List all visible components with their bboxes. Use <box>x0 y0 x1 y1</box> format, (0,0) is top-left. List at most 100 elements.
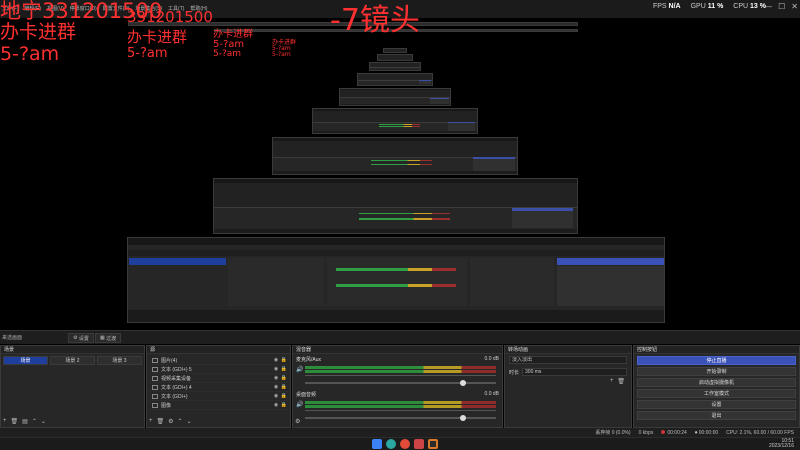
dropped-frames: 丢弃帧 0 (0.0%) <box>595 430 631 436</box>
speaker-icon[interactable]: 🔊 <box>296 401 303 408</box>
move-up-icon[interactable]: ⌃ <box>32 418 37 425</box>
duration-label: 时长 <box>509 369 520 376</box>
source-row[interactable]: 文本 (GDI+) ◉ 🔒 <box>149 392 288 401</box>
live-timer: 00:00:24 <box>661 429 687 436</box>
scenes-dock: 场景 场景 场景 2 场景 3 + 🗑 ▤ ⌃ ⌄ <box>0 345 145 428</box>
add-source-icon[interactable]: + <box>149 418 153 425</box>
overlay-text-large-2: 办卡进群 <box>0 21 77 43</box>
track-name: 桌面音频 <box>296 392 317 398</box>
source-row[interactable]: 文本 (GDI+) 4 ◉ 🔒 <box>149 383 288 392</box>
clock-date: 2023/12/16 <box>768 443 794 449</box>
mixer-track-mic: 麦克风/Aux 0.0 dB 🔊 <box>293 354 502 389</box>
preview-level-5 <box>312 108 478 134</box>
scenes-toolbar: + 🗑 ▤ ⌃ ⌄ <box>3 418 46 425</box>
transition-select[interactable]: 淡入淡出 <box>509 356 627 364</box>
level-meter <box>305 405 496 408</box>
mixer-header: 混音器 <box>293 346 502 354</box>
text-icon <box>152 384 158 390</box>
scene-item-1[interactable]: 场景 <box>3 356 48 365</box>
audio-mixer-dock: 混音器 麦克风/Aux 0.0 dB 🔊 桌面音频 0.0 dB 🔊 ⚙ <box>292 345 503 428</box>
performance-stats: FPS N/A GPU 11 % CPU 13 % <box>653 3 766 10</box>
track-db: 0.0 dB <box>484 391 499 397</box>
studio-mode-button[interactable]: 工作室模式 <box>637 389 796 398</box>
volume-slider-handle[interactable] <box>460 380 466 386</box>
settings-small-button[interactable]: ⚙ 设置 <box>68 333 94 343</box>
obs-icon[interactable] <box>428 439 438 449</box>
preview-level-7 <box>357 73 433 86</box>
app-icon[interactable] <box>414 439 424 449</box>
wrench-icon[interactable]: ⚙ <box>295 418 300 425</box>
add-transition-icon[interactable]: + <box>610 378 614 385</box>
sources-toolbar: + 🗑 ⚙ ⌃ ⌄ <box>149 418 192 425</box>
preview-level-9 <box>377 54 413 61</box>
rec-timer: ⏺ 00:00:00 <box>694 429 719 436</box>
preview-toolbar: 来选画面 ⚙ 设置 ▦ 过渡 <box>0 330 800 344</box>
move-up-icon[interactable]: ⌃ <box>178 418 183 425</box>
eye-icon[interactable]: ◉ <box>272 357 280 363</box>
lock-icon[interactable]: 🔒 <box>280 357 288 363</box>
add-scene-icon[interactable]: + <box>3 418 7 425</box>
db-scale <box>305 375 496 379</box>
eye-icon[interactable]: ◉ <box>272 366 280 372</box>
system-tray: 10:51 2023/12/16 <box>769 439 794 449</box>
source-row[interactable]: 视频采集设备 ◉ 🔒 <box>149 374 288 383</box>
volume-slider[interactable] <box>305 417 496 419</box>
eye-icon[interactable]: ◉ <box>272 375 280 381</box>
eye-icon[interactable]: ◉ <box>272 402 280 408</box>
scene-filter-icon[interactable]: ▤ <box>22 418 28 425</box>
edge-icon[interactable] <box>386 439 396 449</box>
transitions-header: 转场动画 <box>505 346 631 354</box>
volume-slider[interactable] <box>305 382 496 384</box>
sources-dock: 源 图片(4) ◉ 🔒 文本 (GDI+) 5 ◉ 🔒 视频采集设备 ◉ 🔒 文本 (GDI… <box>146 345 291 428</box>
volume-slider-handle[interactable] <box>460 415 466 421</box>
move-down-icon[interactable]: ⌄ <box>41 418 46 425</box>
transition-small-button[interactable]: ▦ 过渡 <box>95 333 122 343</box>
maximize-icon[interactable]: ☐ <box>778 2 785 11</box>
source-row[interactable]: 文本 (GDI+) 5 ◉ 🔒 <box>149 365 288 374</box>
bitrate: 0 kbps <box>638 429 654 436</box>
minimize-icon[interactable]: — <box>764 2 772 11</box>
exit-button[interactable]: 退出 <box>637 411 796 420</box>
track-name: 麦克风/Aux <box>296 357 322 363</box>
source-row[interactable]: 图像 ◉ 🔒 <box>149 401 288 410</box>
preview-level-4 <box>272 137 518 175</box>
level-meter <box>305 366 496 369</box>
lock-icon[interactable]: 🔒 <box>280 366 288 372</box>
remove-source-icon[interactable]: 🗑 <box>157 418 165 425</box>
windows-icon[interactable] <box>372 439 382 449</box>
lock-icon[interactable]: 🔒 <box>280 375 288 381</box>
controls-header: 控制按钮 <box>634 346 799 354</box>
close-icon[interactable]: ✕ <box>791 2 798 11</box>
lock-icon[interactable]: 🔒 <box>280 393 288 399</box>
camera-icon <box>152 375 158 381</box>
level-meter <box>305 401 496 404</box>
preview-level-6 <box>339 88 451 106</box>
remove-transition-icon[interactable]: 🗑 <box>617 378 625 385</box>
scene-item-3[interactable]: 场景 3 <box>97 356 142 365</box>
start-recording-button[interactable]: 开始录制 <box>637 367 796 376</box>
speaker-icon[interactable]: 🔊 <box>296 366 303 373</box>
source-properties-icon[interactable]: ⚙ <box>168 418 173 425</box>
duration-input[interactable]: 300 ms <box>522 368 627 376</box>
transitions-dock: 转场动画 淡入淡出 时长 300 ms + 🗑 <box>504 345 632 428</box>
sources-header: 源 <box>147 346 290 354</box>
level-meter <box>305 370 496 373</box>
overlay-text-large-3: 5-?am <box>0 43 60 65</box>
remove-scene-icon[interactable]: 🗑 <box>11 418 19 425</box>
move-down-icon[interactable]: ⌄ <box>187 418 192 425</box>
preview-level-3 <box>213 178 578 234</box>
source-row[interactable]: 图片(4) ◉ 🔒 <box>149 356 288 365</box>
eye-icon[interactable]: ◉ <box>272 393 280 399</box>
gpu-stat: GPU 11 % <box>690 3 724 10</box>
eye-icon[interactable]: ◉ <box>272 384 280 390</box>
preview-level-2 <box>127 237 665 323</box>
lock-icon[interactable]: 🔒 <box>280 384 288 390</box>
stop-streaming-button[interactable]: 停止直播 <box>637 356 796 365</box>
scene-item-2[interactable]: 场景 2 <box>50 356 95 365</box>
settings-button[interactable]: 设置 <box>637 400 796 409</box>
chrome-icon[interactable] <box>400 439 410 449</box>
live-dot-icon <box>661 429 666 434</box>
start-virtual-camera-button[interactable]: 启动虚拟摄像机 <box>637 378 796 387</box>
mixer-toolbar: ⚙ <box>295 418 300 425</box>
lock-icon[interactable]: 🔒 <box>280 402 288 408</box>
